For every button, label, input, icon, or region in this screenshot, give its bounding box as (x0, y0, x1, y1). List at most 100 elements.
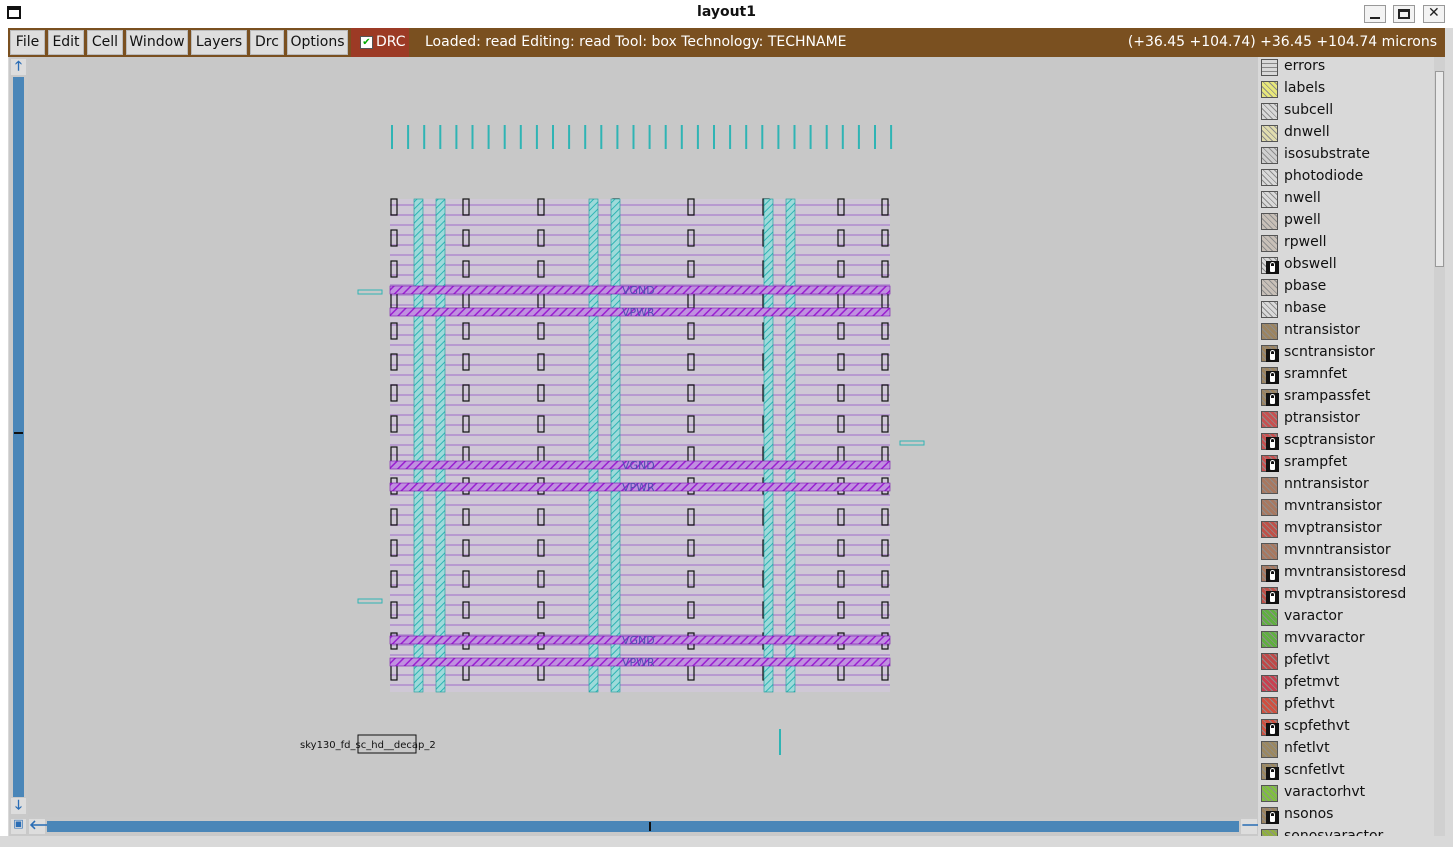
menu-cell[interactable]: Cell (87, 30, 123, 55)
layer-swatch-icon[interactable] (1261, 499, 1278, 516)
layer-item-mvnntransistor[interactable]: mvnntransistor (1258, 541, 1434, 563)
layer-item-scptransistor[interactable]: scptransistor (1258, 431, 1434, 453)
layer-item-sramnfet[interactable]: sramnfet (1258, 365, 1434, 387)
layer-swatch-icon[interactable] (1261, 829, 1278, 836)
layer-item-nwell[interactable]: nwell (1258, 189, 1434, 211)
layer-item-mvptransistor[interactable]: mvptransistor (1258, 519, 1434, 541)
layer-item-rpwell[interactable]: rpwell (1258, 233, 1434, 255)
layer-swatch-icon[interactable] (1261, 81, 1278, 98)
top-pins (391, 125, 893, 149)
layer-item-mvntransistoresd[interactable]: mvntransistoresd (1258, 563, 1434, 585)
layer-swatch-icon[interactable] (1261, 169, 1278, 186)
layer-item-pbase[interactable]: pbase (1258, 277, 1434, 299)
layer-item-nsonos[interactable]: nsonos (1258, 805, 1434, 827)
layer-swatch-icon[interactable] (1261, 785, 1278, 802)
zoom-box-icon[interactable]: ▣ (11, 817, 26, 834)
maximize-button[interactable] (1393, 5, 1415, 23)
layer-swatch-icon[interactable] (1261, 455, 1279, 472)
scroll-left-arrow-icon[interactable]: 🡐 (29, 818, 64, 834)
layer-swatch-icon[interactable] (1261, 741, 1278, 758)
scroll-up-arrow-icon[interactable]: 🡑 (11, 59, 26, 75)
vertical-scrollbar[interactable]: 🡑 🡓 (9, 57, 28, 817)
close-button[interactable] (1423, 5, 1445, 23)
layer-swatch-icon[interactable] (1261, 301, 1278, 318)
layer-swatch-icon[interactable] (1261, 653, 1278, 670)
layer-swatch-icon[interactable] (1261, 103, 1278, 120)
layer-item-isosubstrate[interactable]: isosubstrate (1258, 145, 1434, 167)
layer-swatch-icon[interactable] (1261, 565, 1279, 582)
layer-item-scpfethvt[interactable]: scpfethvt (1258, 717, 1434, 739)
layer-swatch-icon[interactable] (1261, 543, 1278, 560)
layer-swatch-icon[interactable] (1261, 279, 1278, 296)
layer-swatch-icon[interactable] (1261, 609, 1278, 626)
layer-swatch-icon[interactable] (1261, 719, 1279, 736)
layer-item-sonosvaractor[interactable]: sonosvaractor (1258, 827, 1434, 836)
layer-swatch-icon[interactable] (1261, 433, 1279, 450)
layer-item-scntransistor[interactable]: scntransistor (1258, 343, 1434, 365)
layer-swatch-icon[interactable] (1261, 323, 1278, 340)
layer-item-nfetlvt[interactable]: nfetlvt (1258, 739, 1434, 761)
drc-toggle[interactable]: ✔ DRC (351, 28, 409, 57)
layer-item-mvvaractor[interactable]: mvvaractor (1258, 629, 1434, 651)
layer-item-mvntransistor[interactable]: mvntransistor (1258, 497, 1434, 519)
layer-item-pfetlvt[interactable]: pfetlvt (1258, 651, 1434, 673)
layer-item-obswell[interactable]: obswell (1258, 255, 1434, 277)
layer-item-srampassfet[interactable]: srampassfet (1258, 387, 1434, 409)
layer-name: scpfethvt (1284, 718, 1350, 734)
layer-item-srampfet[interactable]: srampfet (1258, 453, 1434, 475)
layer-item-varactor[interactable]: varactor (1258, 607, 1434, 629)
vertical-scroll-track[interactable] (13, 77, 24, 797)
layer-swatch-icon[interactable] (1261, 345, 1279, 362)
menu-layers[interactable]: Layers (191, 30, 247, 55)
layer-item-pfethvt[interactable]: pfethvt (1258, 695, 1434, 717)
layer-item-pwell[interactable]: pwell (1258, 211, 1434, 233)
layer-swatch-icon[interactable] (1261, 389, 1279, 406)
layer-panel-scrollbar[interactable] (1434, 57, 1445, 836)
menu-drc[interactable]: Drc (250, 30, 284, 55)
layer-swatch-icon[interactable] (1261, 697, 1278, 714)
layer-item-pfetmvt[interactable]: pfetmvt (1258, 673, 1434, 695)
layer-swatch-icon[interactable] (1261, 367, 1279, 384)
layer-swatch-icon[interactable] (1261, 411, 1278, 428)
layer-item-dnwell[interactable]: dnwell (1258, 123, 1434, 145)
layer-swatch-icon[interactable] (1261, 213, 1278, 230)
layer-swatch-icon[interactable] (1261, 477, 1278, 494)
layer-swatch-icon[interactable] (1261, 59, 1278, 76)
layer-swatch-icon[interactable] (1261, 631, 1278, 648)
layer-item-nntransistor[interactable]: nntransistor (1258, 475, 1434, 497)
horizontal-scrollbar[interactable]: ▣ 🡐 🡒 (9, 817, 1276, 836)
layer-swatch-icon[interactable] (1261, 125, 1278, 142)
layer-item-ptransistor[interactable]: ptransistor (1258, 409, 1434, 431)
layer-item-ntransistor[interactable]: ntransistor (1258, 321, 1434, 343)
drc-checkbox[interactable]: ✔ (360, 36, 373, 49)
minimize-button[interactable] (1364, 5, 1386, 23)
horizontal-scroll-track[interactable] (47, 821, 1239, 832)
layer-swatch-icon[interactable] (1261, 235, 1278, 252)
layer-item-scnfetlvt[interactable]: scnfetlvt (1258, 761, 1434, 783)
layer-swatch-icon[interactable] (1261, 521, 1278, 538)
layout-drawing[interactable]: VGND VPWR VGND VPWR VGND VPWR sky130_fd_sc_hd… (28, 57, 1258, 817)
layer-swatch-icon[interactable] (1261, 587, 1279, 604)
scroll-down-arrow-icon[interactable]: 🡓 (11, 798, 26, 814)
layer-name: mvptransistor (1284, 520, 1382, 536)
layer-item-nbase[interactable]: nbase (1258, 299, 1434, 321)
menu-window[interactable]: Window (126, 30, 188, 55)
layer-swatch-icon[interactable] (1261, 147, 1278, 164)
layer-swatch-icon[interactable] (1261, 763, 1279, 780)
layer-item-subcell[interactable]: subcell (1258, 101, 1434, 123)
menu-options[interactable]: Options (287, 30, 348, 55)
scroll-right-arrow-icon[interactable]: 🡒 (1241, 818, 1276, 834)
menu-edit[interactable]: Edit (48, 30, 84, 55)
layer-item-varactorhvt[interactable]: varactorhvt (1258, 783, 1434, 805)
menu-file[interactable]: File (10, 30, 45, 55)
layer-item-errors[interactable]: errors (1258, 57, 1434, 79)
layer-swatch-icon[interactable] (1261, 257, 1279, 274)
layer-panel-scroll-thumb[interactable] (1435, 71, 1444, 267)
layer-swatch-icon[interactable] (1261, 191, 1278, 208)
layer-item-labels[interactable]: labels (1258, 79, 1434, 101)
layout-canvas[interactable]: VGND VPWR VGND VPWR VGND VPWR sky130_fd_sc_hd… (28, 57, 1258, 817)
layer-item-photodiode[interactable]: photodiode (1258, 167, 1434, 189)
layer-swatch-icon[interactable] (1261, 675, 1278, 692)
layer-item-mvptransistoresd[interactable]: mvptransistoresd (1258, 585, 1434, 607)
layer-swatch-icon[interactable] (1261, 807, 1279, 824)
